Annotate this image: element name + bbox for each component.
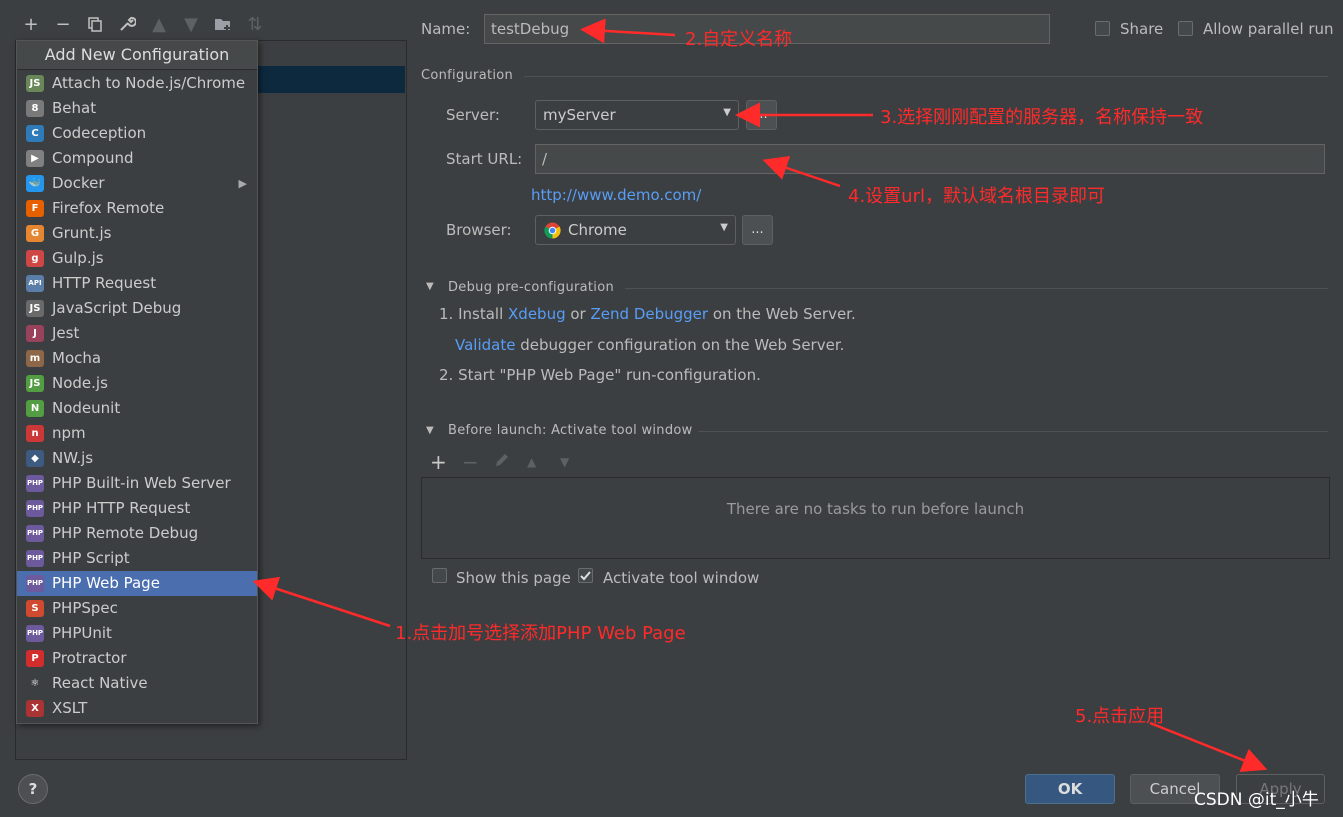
arrow-2: [580, 18, 676, 44]
arrow-5: [1149, 721, 1268, 773]
annotation-2: 2.自定义名称: [685, 29, 793, 50]
annotation-1: 1.点击加号选择添加PHP Web Page: [395, 623, 686, 644]
annotation-3: 3.选择刚刚配置的服务器，名称保持一致: [880, 107, 1204, 128]
watermark: CSDN @it_小牛: [1194, 790, 1319, 810]
annotation-5: 5.点击应用: [1075, 706, 1165, 727]
annotation-4: 4.设置url，默认域名根目录即可: [848, 186, 1105, 207]
arrow-1: [252, 576, 391, 628]
arrow-4: [762, 155, 841, 188]
